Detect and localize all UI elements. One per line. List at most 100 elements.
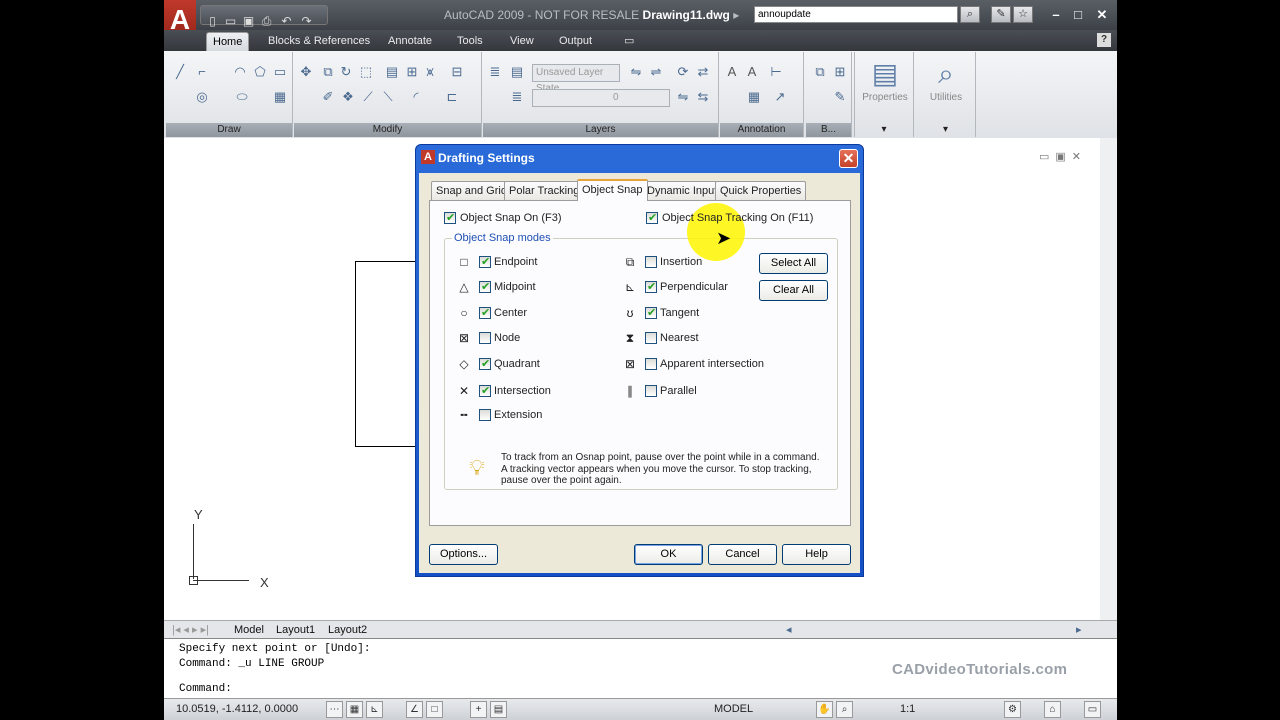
object-snap-on-checkbox[interactable] [444, 211, 456, 224]
new-icon[interactable]: ▯ [205, 14, 220, 28]
erase-icon[interactable]: ✐ [320, 89, 336, 105]
line-icon[interactable]: ╱ [172, 64, 188, 80]
snap-perpendicular-checkbox[interactable] [645, 280, 657, 293]
layer-copy-icon[interactable]: ⇋ [675, 89, 691, 105]
move-icon[interactable]: ✥ [298, 64, 314, 80]
leader-icon[interactable]: ↗ [772, 89, 788, 105]
close-button[interactable]: ✕ [1092, 6, 1112, 24]
snap-node-checkbox[interactable] [479, 332, 491, 344]
polar-toggle-icon[interactable]: ∠ [406, 701, 423, 718]
panel-label-annotation[interactable]: Annotation [720, 123, 803, 137]
rotate-icon[interactable]: ↻ [338, 64, 354, 80]
ortho-toggle-icon[interactable]: ⊾ [366, 701, 383, 718]
scroll-left-icon[interactable]: ◂ [786, 622, 792, 638]
snap-center-checkbox[interactable] [479, 306, 491, 319]
tab-layout1[interactable]: Layout1 [276, 622, 315, 638]
cancel-button[interactable]: Cancel [708, 544, 777, 565]
search-input[interactable]: annoupdate [754, 6, 958, 23]
save-icon[interactable]: ▣ [241, 14, 256, 28]
polyline-icon[interactable]: ⌐ [194, 64, 210, 80]
trim-icon[interactable]: ⟋ [360, 89, 376, 105]
snap-apparent-intersection-checkbox[interactable] [645, 358, 657, 370]
object-snap-tracking-checkbox[interactable] [646, 211, 658, 224]
otrack-toggle-icon[interactable]: + [470, 701, 487, 718]
tab-annotate[interactable]: Annotate [382, 32, 438, 51]
clean-screen-icon[interactable]: ▭ [1084, 701, 1101, 718]
snap-parallel-checkbox[interactable] [645, 385, 657, 397]
dimension-icon[interactable]: ⊢ [768, 64, 784, 80]
hatch-icon[interactable]: ▦ [272, 89, 288, 105]
offset-icon[interactable]: ⊟ [449, 64, 465, 80]
layer-merge-icon[interactable]: ⇆ [695, 89, 711, 105]
clear-all-button[interactable]: Clear All [759, 280, 828, 301]
table-icon[interactable]: ▦ [746, 89, 762, 105]
properties-button[interactable]: ▤ Properties [856, 56, 914, 116]
snap-midpoint-checkbox[interactable] [479, 280, 491, 293]
options-button[interactable]: Options... [429, 544, 498, 565]
text-icon[interactable]: A [724, 64, 740, 80]
layer-isolate-icon[interactable]: ⇌ [648, 64, 664, 80]
polygon-icon[interactable]: ⬠ [252, 64, 268, 80]
minimize-button[interactable]: – [1046, 6, 1066, 24]
chevron-down-icon[interactable]: ▾ [916, 123, 975, 137]
arc-icon[interactable]: ◠ [232, 64, 248, 80]
explode-icon[interactable]: ❖ [340, 89, 356, 105]
snap-intersection-checkbox[interactable] [479, 384, 491, 397]
create-block-icon[interactable]: ⊞ [832, 64, 848, 80]
scale-icon[interactable]: ⊞ [404, 64, 420, 80]
panel-label-draw[interactable]: Draw [166, 123, 292, 137]
redo-icon[interactable]: ↷ [299, 14, 314, 28]
help-button[interactable]: Help [782, 544, 851, 565]
join-icon[interactable]: ⊏ [444, 89, 460, 105]
utilities-button[interactable]: ⌕ Utilities [917, 56, 975, 116]
tab-quick-properties[interactable]: Quick Properties [715, 181, 807, 200]
tab-layout2[interactable]: Layout2 [328, 622, 367, 638]
copy-icon[interactable]: ⧉ [320, 64, 336, 80]
layer-dropdown[interactable]: 0 [532, 89, 670, 107]
fillet-icon[interactable]: ◜ [408, 89, 424, 105]
workspace-icon[interactable]: ⚙ [1004, 701, 1021, 718]
open-icon[interactable]: ▭ [223, 14, 238, 28]
insert-block-icon[interactable]: ⧉ [812, 64, 828, 80]
tab-object-snap[interactable]: Object Snap [577, 179, 648, 201]
circle-icon[interactable]: ◎ [194, 89, 210, 105]
extend-icon[interactable]: ⟍ [380, 89, 396, 105]
scroll-right-icon[interactable]: ▸ [1076, 622, 1082, 638]
document-window-controls[interactable]: ▭▣✕ [1039, 150, 1087, 163]
favorites-icon[interactable]: ☆ [1013, 6, 1033, 23]
layer-walk-icon[interactable]: ⇄ [695, 64, 711, 80]
panel-label-blocks[interactable]: B... [806, 123, 851, 137]
tab-model[interactable]: Model [234, 622, 264, 638]
chevron-down-icon[interactable]: ▾ [855, 123, 913, 137]
snap-insertion-checkbox[interactable] [645, 256, 657, 268]
help-icon[interactable]: ? [1097, 33, 1111, 47]
drawn-rectangle[interactable] [355, 261, 420, 447]
grid-toggle-icon[interactable]: ▦ [346, 701, 363, 718]
communication-center-icon[interactable]: ✎ [991, 6, 1011, 23]
stretch-icon[interactable]: ⬚ [358, 64, 374, 80]
panel-label-modify[interactable]: Modify [294, 123, 481, 137]
tab-nav-arrows[interactable]: |◂ ◂ ▸ ▸| [172, 622, 209, 638]
maximize-button[interactable]: □ [1068, 6, 1088, 24]
layer-state-icon[interactable]: ▤ [509, 64, 525, 80]
undo-icon[interactable]: ↶ [279, 14, 294, 28]
zoom-icon[interactable]: ⌕ [836, 701, 853, 718]
ok-button[interactable]: OK [634, 544, 703, 565]
tab-home[interactable]: Home [206, 32, 250, 51]
layer-state-dropdown[interactable]: Unsaved Layer State [532, 64, 620, 94]
edit-block-icon[interactable]: ✎ [832, 89, 848, 105]
annotation-scale[interactable]: 1:1 [900, 703, 915, 715]
snap-tangent-checkbox[interactable] [645, 306, 657, 319]
panel-label-layers[interactable]: Layers [483, 123, 718, 137]
lock-icon[interactable]: ⌂ [1044, 701, 1061, 718]
rectangle-icon[interactable]: ▭ [272, 64, 288, 80]
vertical-scrollbar[interactable] [1100, 138, 1117, 620]
tab-output[interactable]: Output [553, 32, 598, 51]
command-line[interactable]: Specify next point or [Undo]: Command: _… [164, 638, 1117, 698]
select-all-button[interactable]: Select All [759, 253, 828, 274]
tab-dynamic-input[interactable]: Dynamic Input [642, 181, 723, 200]
snap-nearest-checkbox[interactable] [645, 332, 657, 344]
layer-match-icon[interactable]: ⟳ [675, 64, 691, 80]
layer-tool-icon[interactable]: ⇋ [628, 64, 644, 80]
mirror-icon[interactable]: ⩙ [422, 64, 438, 80]
